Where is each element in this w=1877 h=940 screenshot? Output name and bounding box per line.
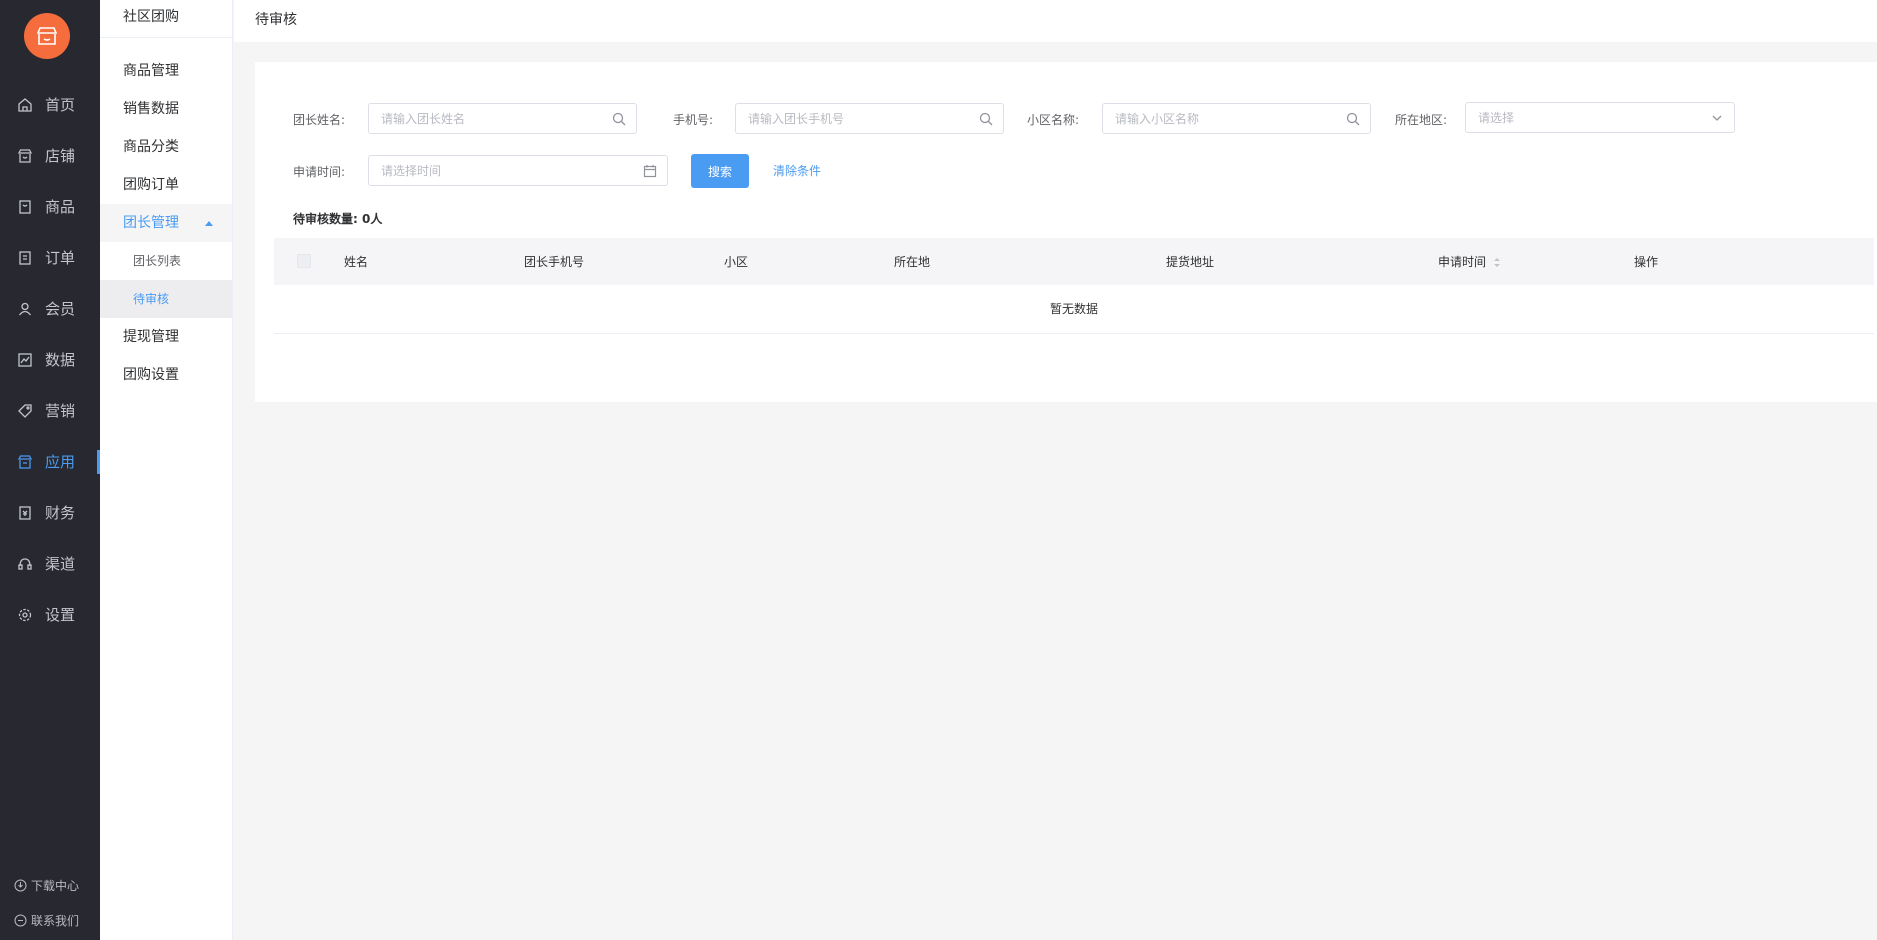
nav-item-home[interactable]: 首页 bbox=[0, 79, 100, 130]
chevron-down-icon bbox=[1712, 115, 1722, 121]
nav-label: 营销 bbox=[45, 402, 76, 420]
nav-item-settings[interactable]: 设置 bbox=[0, 589, 100, 640]
nav-label: 商品 bbox=[45, 198, 76, 216]
sub-item-goods-category[interactable]: 商品分类 bbox=[100, 128, 232, 166]
download-center-label: 下载中心 bbox=[31, 879, 80, 893]
nav-label: 首页 bbox=[45, 96, 76, 114]
sort-icon[interactable] bbox=[1494, 257, 1501, 268]
phone-input[interactable]: 请输入团长手机号 bbox=[735, 103, 1004, 134]
nav-item-marketing[interactable]: 营销 bbox=[0, 385, 100, 436]
sub-sidebar: 社区团购 商品管理 销售数据 商品分类 团购订单 团长管理 团长列表 待审核 提… bbox=[100, 0, 233, 940]
calendar-icon bbox=[643, 165, 657, 178]
select-all-checkbox[interactable] bbox=[297, 254, 311, 268]
shop-logo-icon bbox=[36, 27, 58, 45]
nav-label: 财务 bbox=[45, 504, 76, 522]
sub-item-sales-data[interactable]: 销售数据 bbox=[100, 90, 232, 128]
region-label: 所在地区: bbox=[1395, 113, 1448, 127]
region-select[interactable]: 请选择 bbox=[1465, 102, 1735, 133]
phone-label: 手机号: bbox=[673, 113, 714, 127]
community-name-label: 小区名称: bbox=[1027, 113, 1080, 127]
order-icon bbox=[17, 250, 33, 266]
table-header: 姓名 团长手机号 小区 所在地 提货地址 申请时间 操作 bbox=[274, 238, 1874, 285]
col-name: 姓名 bbox=[344, 255, 369, 269]
clear-filters-link[interactable]: 清除条件 bbox=[773, 162, 821, 179]
pending-count: 待审核数量: 0人 bbox=[293, 210, 382, 227]
home-icon bbox=[17, 97, 33, 113]
community-name-placeholder: 请输入小区名称 bbox=[1115, 112, 1200, 126]
nav-label: 渠道 bbox=[45, 555, 76, 573]
leader-name-label: 团长姓名: bbox=[293, 113, 346, 127]
sub-item-label: 团长管理 bbox=[123, 215, 179, 231]
main-sidebar: 首页 店铺 商品 订单 会员 数据 营销 应用 财务 渠道 设置 下载中心 联系… bbox=[0, 0, 100, 940]
sub-item-withdrawal[interactable]: 提现管理 bbox=[100, 318, 232, 356]
apply-time-label: 申请时间: bbox=[293, 165, 346, 179]
sub-child-leader-list[interactable]: 团长列表 bbox=[100, 242, 232, 280]
apply-time-picker[interactable]: 请选择时间 bbox=[368, 155, 668, 186]
contact-us-link[interactable]: 联系我们 bbox=[14, 912, 79, 929]
col-location: 所在地 bbox=[894, 255, 931, 269]
page-title: 待审核 bbox=[255, 12, 297, 28]
sub-item-group-orders[interactable]: 团购订单 bbox=[100, 166, 232, 204]
store-logo[interactable] bbox=[24, 13, 70, 59]
nav-item-store[interactable]: 店铺 bbox=[0, 130, 100, 181]
col-apply-time-label: 申请时间 bbox=[1438, 255, 1487, 269]
search-button[interactable]: 搜索 bbox=[691, 154, 749, 188]
nav-label: 数据 bbox=[45, 351, 76, 369]
empty-text: 暂无数据 bbox=[1049, 302, 1098, 316]
member-icon bbox=[17, 301, 33, 317]
main-nav: 首页 店铺 商品 订单 会员 数据 营销 应用 财务 渠道 设置 bbox=[0, 79, 100, 640]
finance-icon bbox=[17, 505, 33, 521]
contact-us-label: 联系我们 bbox=[31, 914, 80, 928]
app-icon bbox=[17, 454, 33, 470]
nav-item-order[interactable]: 订单 bbox=[0, 232, 100, 283]
region-placeholder: 请选择 bbox=[1478, 111, 1515, 125]
top-header: 待审核 bbox=[234, 0, 1877, 42]
sub-nav-list: 商品管理 销售数据 商品分类 团购订单 团长管理 团长列表 待审核 提现管理 团… bbox=[100, 38, 232, 394]
nav-label: 应用 bbox=[45, 453, 76, 471]
nav-item-channel[interactable]: 渠道 bbox=[0, 538, 100, 589]
leader-name-placeholder: 请输入团长姓名 bbox=[381, 112, 466, 126]
col-leader-phone: 团长手机号 bbox=[524, 255, 585, 269]
leader-name-input[interactable]: 请输入团长姓名 bbox=[368, 103, 637, 134]
nav-item-data[interactable]: 数据 bbox=[0, 334, 100, 385]
caret-up-icon bbox=[205, 221, 213, 226]
nav-label: 店铺 bbox=[45, 147, 76, 165]
nav-item-finance[interactable]: 财务 bbox=[0, 487, 100, 538]
col-pickup-address: 提货地址 bbox=[1166, 255, 1215, 269]
tag-icon bbox=[17, 403, 33, 419]
nav-label: 会员 bbox=[45, 300, 76, 318]
pending-count-label: 待审核数量: bbox=[293, 212, 358, 226]
sub-child-pending-review[interactable]: 待审核 bbox=[100, 280, 232, 318]
table-empty-row: 暂无数据 bbox=[274, 285, 1874, 334]
gear-icon bbox=[17, 607, 33, 623]
download-icon bbox=[14, 879, 27, 892]
apply-time-placeholder: 请选择时间 bbox=[381, 164, 442, 178]
sub-item-goods-management[interactable]: 商品管理 bbox=[100, 52, 232, 90]
sub-sidebar-title: 社区团购 bbox=[100, 0, 232, 38]
sub-item-leader-management[interactable]: 团长管理 bbox=[100, 204, 232, 242]
pending-table: 姓名 团长手机号 小区 所在地 提货地址 申请时间 操作 暂无数据 bbox=[274, 238, 1874, 334]
nav-item-member[interactable]: 会员 bbox=[0, 283, 100, 334]
content-card: 团长姓名: 请输入团长姓名 手机号: 请输入团长手机号 小区名称: 请输入小区名… bbox=[255, 62, 1877, 402]
search-icon bbox=[979, 112, 993, 126]
download-center-link[interactable]: 下载中心 bbox=[14, 877, 79, 894]
store-icon bbox=[17, 148, 33, 164]
search-icon bbox=[1346, 112, 1360, 126]
nav-item-app[interactable]: 应用 bbox=[0, 436, 100, 487]
chat-icon bbox=[14, 914, 27, 927]
channel-icon bbox=[17, 556, 33, 572]
nav-label: 订单 bbox=[45, 249, 76, 267]
data-icon bbox=[17, 352, 33, 368]
nav-label: 设置 bbox=[45, 606, 76, 624]
nav-item-goods[interactable]: 商品 bbox=[0, 181, 100, 232]
col-community: 小区 bbox=[724, 255, 749, 269]
col-actions: 操作 bbox=[1634, 255, 1659, 269]
search-icon bbox=[612, 112, 626, 126]
goods-icon bbox=[17, 199, 33, 215]
col-apply-time[interactable]: 申请时间 bbox=[1438, 253, 1501, 270]
pending-count-value: 0人 bbox=[362, 212, 383, 226]
phone-placeholder: 请输入团长手机号 bbox=[748, 112, 845, 126]
sub-item-group-settings[interactable]: 团购设置 bbox=[100, 356, 232, 394]
community-name-input[interactable]: 请输入小区名称 bbox=[1102, 103, 1371, 134]
